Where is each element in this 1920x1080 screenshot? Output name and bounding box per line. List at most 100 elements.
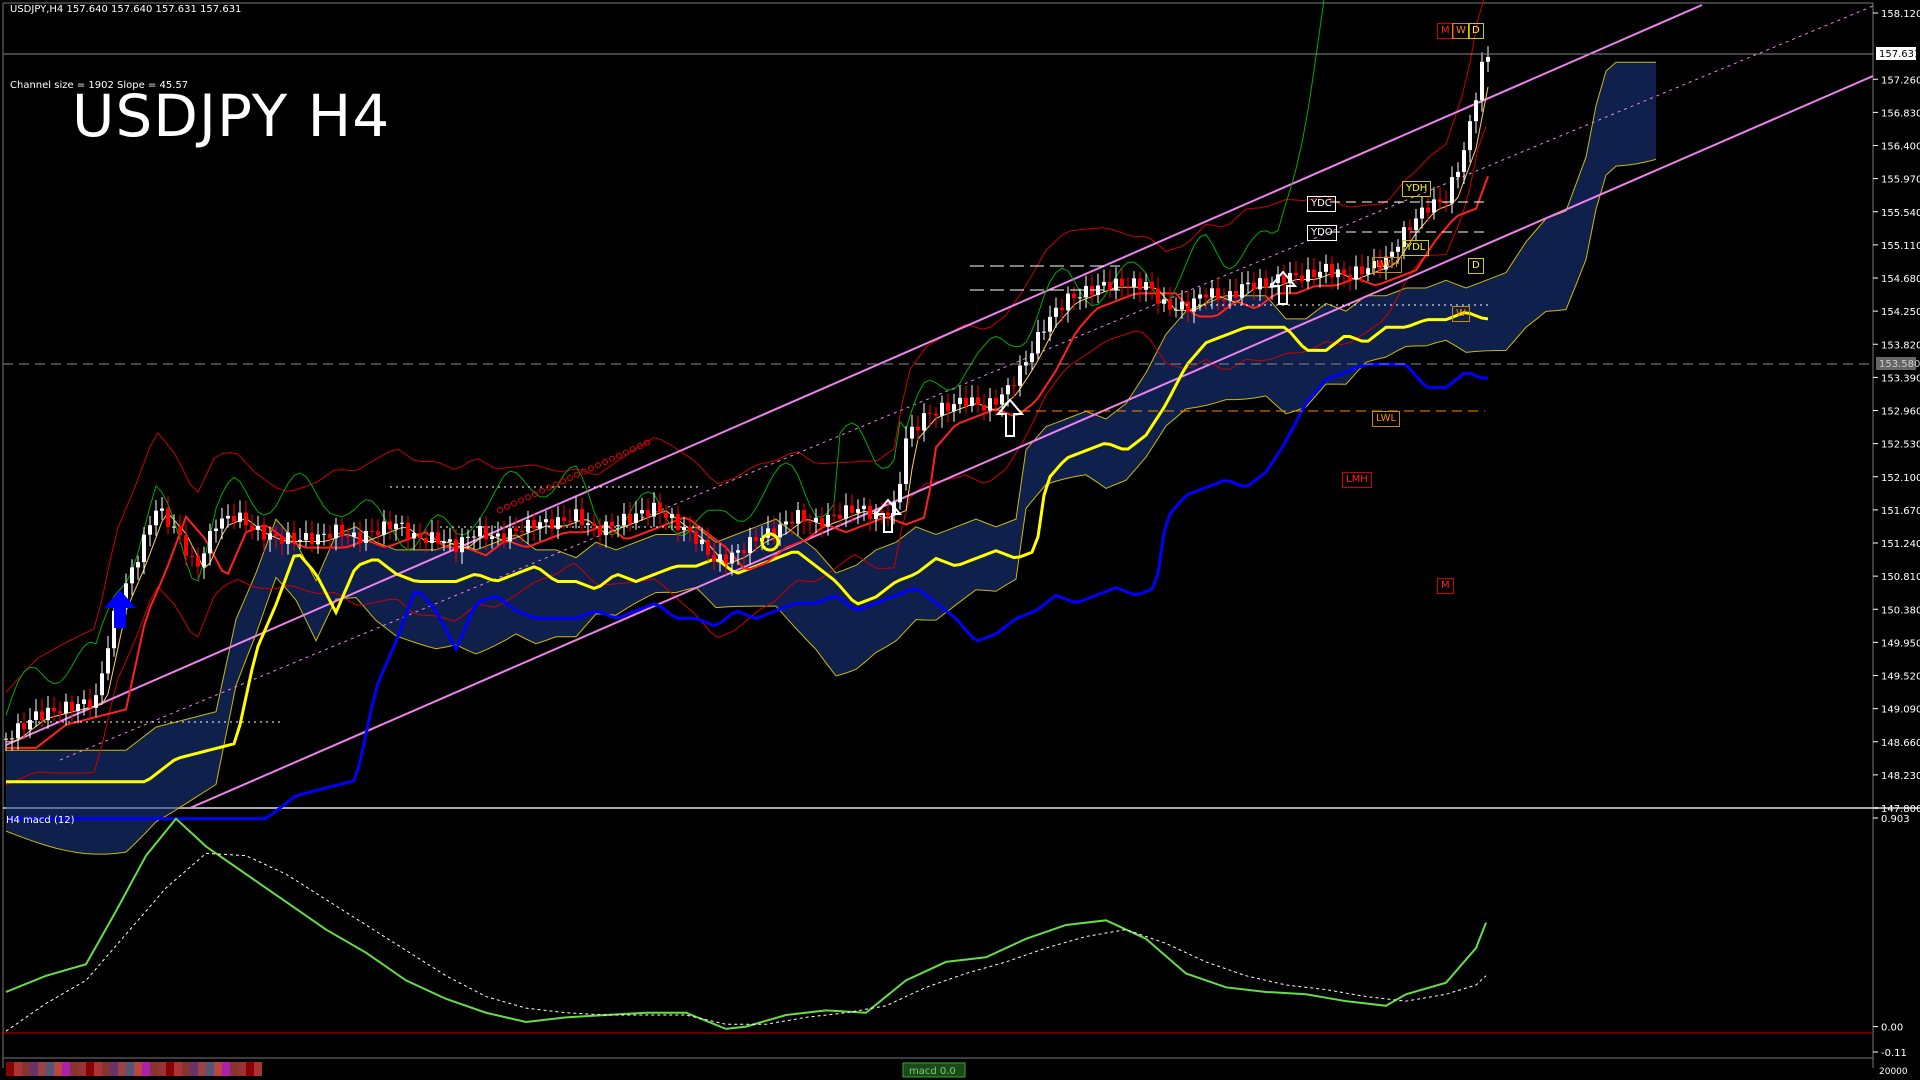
candle-body	[1324, 263, 1328, 272]
candle-body	[190, 555, 194, 557]
candle-body	[640, 510, 644, 514]
candle-body	[946, 402, 950, 412]
price-tick-label: 154.250	[1881, 307, 1920, 318]
candle-body	[424, 537, 428, 544]
candle-body	[718, 554, 722, 562]
strip-cell	[222, 1062, 230, 1076]
candle-body	[262, 525, 266, 540]
candle-body	[328, 533, 332, 539]
candle-body	[1246, 282, 1250, 285]
candle-body	[400, 522, 404, 524]
price-tick-label: 158.120	[1881, 9, 1920, 20]
candle-body	[1330, 263, 1334, 278]
candle-body	[496, 533, 500, 537]
candle-body	[1258, 278, 1262, 290]
candle-body	[142, 534, 146, 563]
candle-body	[1222, 299, 1226, 301]
strip-cell	[142, 1062, 150, 1076]
candle-body	[850, 505, 854, 513]
candle-body	[550, 519, 554, 530]
candle-body	[1228, 291, 1232, 301]
candle-body	[178, 526, 182, 536]
candle-body	[364, 530, 368, 543]
candle-body	[952, 404, 956, 412]
marker-m2: M	[1437, 578, 1454, 594]
candle-body	[1144, 281, 1148, 290]
strip-cell	[238, 1062, 246, 1076]
candle-body	[484, 526, 488, 540]
candle-body	[1414, 218, 1418, 231]
candle-body	[1474, 100, 1478, 122]
candle-body	[382, 521, 386, 535]
bottom-tab-label: macd 0.0	[909, 1066, 956, 1077]
candle-body	[406, 522, 410, 539]
candle-body	[880, 511, 884, 513]
candle-body	[1204, 294, 1208, 298]
strip-cell	[14, 1062, 22, 1076]
candle-body	[1042, 331, 1046, 333]
candle-body	[982, 404, 986, 411]
candle-body	[1264, 278, 1268, 288]
candle-body	[214, 528, 218, 532]
candle-body	[502, 533, 506, 542]
candle-body	[1240, 284, 1244, 298]
strip-cell	[134, 1062, 142, 1076]
price-tick-label: 155.540	[1881, 208, 1920, 219]
candle-body	[1168, 299, 1172, 310]
candle-body	[202, 553, 206, 567]
candle-body	[376, 531, 380, 535]
candle-body	[154, 510, 158, 526]
candle-body	[1366, 268, 1370, 275]
candle-body	[934, 413, 938, 416]
candle-body	[1420, 207, 1424, 219]
candle-body	[826, 514, 830, 527]
candle-body	[304, 532, 308, 541]
candle-body	[604, 521, 608, 536]
candle-body	[64, 701, 68, 714]
candle-body	[664, 512, 668, 518]
candle-body	[196, 555, 200, 567]
candle-body	[988, 398, 992, 411]
candle-body	[46, 707, 50, 721]
candle-body	[136, 562, 140, 568]
candle-body	[448, 539, 452, 542]
candle-body	[1156, 288, 1160, 304]
candle-body	[910, 426, 914, 439]
candle-body	[1030, 353, 1034, 363]
price-tick-label: 156.830	[1881, 108, 1920, 119]
candle-body	[922, 413, 926, 431]
candle-body	[622, 513, 626, 526]
macd-label: H4 macd (12)	[6, 815, 75, 826]
candle-body	[1174, 309, 1178, 311]
candle-body	[646, 510, 650, 517]
strip-cell	[206, 1062, 214, 1076]
candle-body	[508, 528, 512, 542]
candle-body	[1072, 293, 1076, 298]
candle-body	[430, 532, 434, 544]
candle-body	[898, 483, 902, 503]
candle-body	[460, 537, 464, 553]
candle-body	[1108, 282, 1112, 291]
macd-tick-label: -0.11	[1881, 1048, 1907, 1059]
chart-big-title: USDJPY H4	[72, 82, 391, 150]
candle-body	[1480, 61, 1484, 101]
candle-body	[358, 532, 362, 543]
candle-body	[322, 533, 326, 535]
strip-cell	[182, 1062, 190, 1076]
strip-cell	[254, 1062, 262, 1076]
strip-cell	[110, 1062, 118, 1076]
candle-body	[634, 513, 638, 523]
chart-canvas[interactable]: 158.120 157.260 156.830 156.400 155.970 155.5…	[0, 0, 1920, 1080]
candle-body	[1318, 271, 1322, 278]
candle-body	[586, 523, 590, 525]
candle-body	[628, 513, 632, 523]
candle-body	[1468, 121, 1472, 151]
marker-ydc: YDC	[1307, 196, 1336, 212]
candle-body	[964, 397, 968, 406]
candle-body	[802, 510, 806, 522]
symbol-header: USDJPY,H4 157.640 157.640 157.631 157.63…	[10, 4, 242, 15]
candle-body	[1486, 57, 1490, 62]
candle-body	[724, 554, 728, 564]
candle-body	[1066, 293, 1070, 311]
candle-body	[1354, 266, 1358, 280]
